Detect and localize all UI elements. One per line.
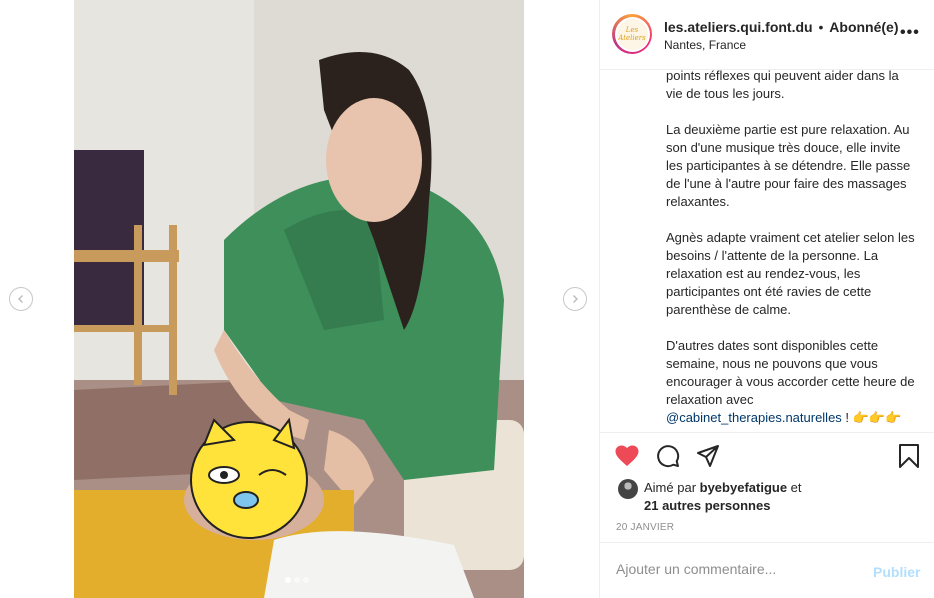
avatar-logo: Les Ateliers	[616, 18, 648, 50]
avatar[interactable]: Les Ateliers	[612, 14, 652, 54]
avatar-inner: Les Ateliers	[614, 16, 650, 52]
post-side-panel: Les Ateliers les.ateliers.qui.font.du • …	[599, 0, 934, 598]
post-caption: points réflexes qui peuvent aider dans l…	[666, 70, 916, 432]
carousel-prev-button[interactable]	[9, 287, 33, 311]
carousel-dot	[294, 577, 300, 583]
username-line: les.ateliers.qui.font.du • Abonné(e)	[664, 18, 899, 36]
like-button[interactable]	[614, 443, 640, 469]
liker-avatar[interactable]	[618, 479, 638, 499]
caption-paragraph: Agnès adapte vraiment cet atelier selon …	[666, 230, 915, 317]
comment-input[interactable]	[616, 561, 846, 577]
photo-illustration	[74, 0, 524, 598]
post-header: Les Ateliers les.ateliers.qui.font.du • …	[600, 0, 934, 70]
separator: •	[818, 19, 824, 35]
mention-link[interactable]: @cabinet_therapies.naturelles	[666, 410, 842, 425]
comment-bar: Publier	[600, 542, 934, 598]
likes-others-link[interactable]: 21 autres personnes	[644, 498, 770, 513]
liker-username-link[interactable]: byebyefatigue	[700, 480, 787, 495]
location-link[interactable]: Nantes, France	[664, 38, 899, 52]
carousel-next-button[interactable]	[563, 287, 587, 311]
header-text: les.ateliers.qui.font.du • Abonné(e) Nan…	[664, 18, 899, 52]
caption-paragraph-text: D'autres dates sont disponibles cette se…	[666, 338, 915, 407]
post-actions: Aimé par byebyefatigue et 21 autres pers…	[600, 432, 934, 542]
comment-button[interactable]	[655, 443, 681, 469]
likes-middle: et	[787, 480, 802, 495]
likes-text: Aimé par byebyefatigue et 21 autres pers…	[644, 479, 802, 515]
caption-paragraph-last: D'autres dates sont disponibles cette se…	[666, 337, 916, 427]
carousel-indicator	[285, 577, 309, 583]
likes-prefix: Aimé par	[644, 480, 700, 495]
post-photo[interactable]	[74, 0, 524, 598]
likes-summary: Aimé par byebyefatigue et 21 autres pers…	[618, 479, 802, 515]
publish-button[interactable]: Publier	[873, 564, 920, 580]
bookmark-icon	[899, 444, 919, 468]
save-button[interactable]	[896, 443, 922, 469]
username-link[interactable]: les.ateliers.qui.font.du	[664, 19, 813, 35]
more-options-button[interactable]: •••	[900, 24, 920, 42]
carousel-dot	[303, 577, 309, 583]
comment-icon	[657, 445, 680, 468]
caption-paragraph: La deuxième partie est pure relaxation. …	[666, 122, 911, 209]
caption-paragraph: points réflexes qui peuvent aider dans l…	[666, 70, 899, 101]
caption-trailing: ! 👉👉👉	[841, 410, 902, 425]
post-media-area	[0, 0, 600, 598]
chevron-right-icon	[573, 295, 578, 303]
chevron-left-icon	[18, 295, 23, 303]
share-button[interactable]	[695, 443, 721, 469]
carousel-dot	[285, 577, 291, 583]
follow-status-button[interactable]: Abonné(e)	[829, 19, 898, 35]
share-icon	[697, 445, 719, 467]
post-date[interactable]: 20 JANVIER	[616, 522, 674, 533]
heart-icon	[615, 445, 639, 466]
